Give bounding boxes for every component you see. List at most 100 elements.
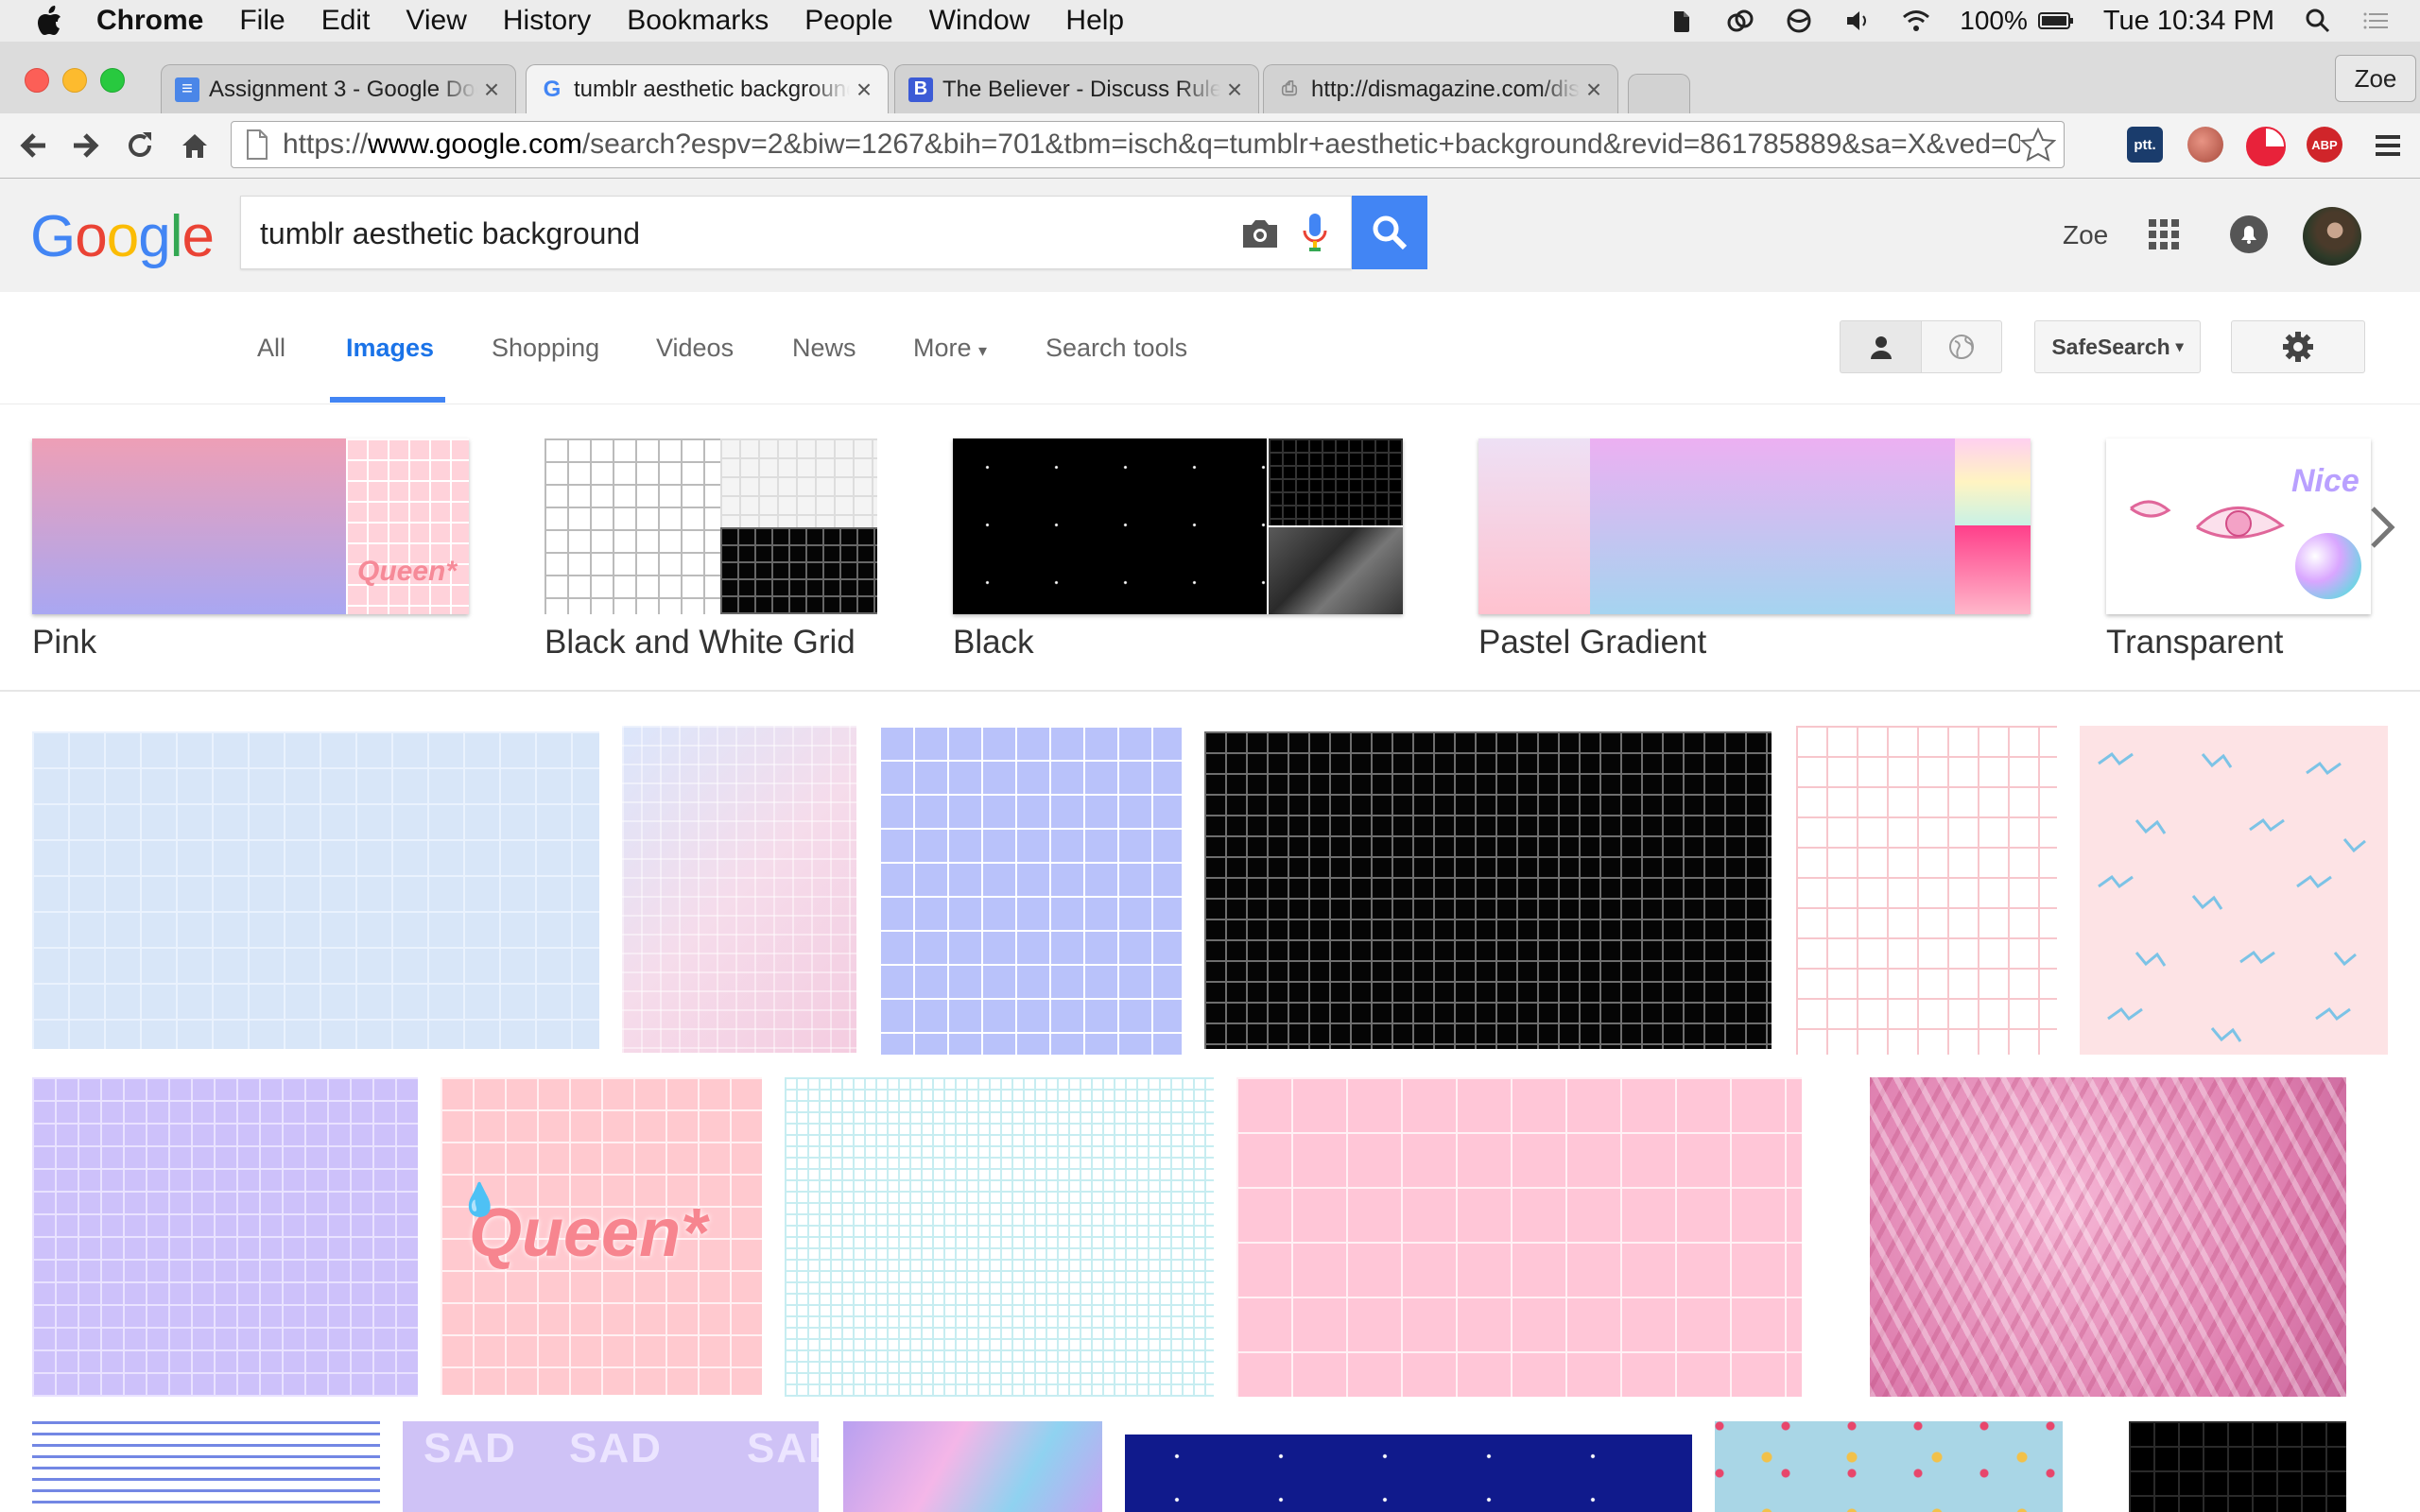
tab-videos[interactable]: Videos (656, 334, 734, 363)
image-result[interactable] (2080, 726, 2388, 1055)
address-bar[interactable]: https://www.google.com/search?espv=2&biw… (231, 121, 2065, 168)
image-result[interactable] (1204, 731, 1772, 1049)
avatar[interactable] (2303, 207, 2361, 266)
suggestion-pink-label[interactable]: Pink (32, 624, 96, 662)
image-result[interactable]: Queen* 💧 (441, 1077, 762, 1395)
suggestion-bw-grid-label[interactable]: Black and White Grid (544, 624, 856, 662)
chrome-menu-button[interactable] (2369, 127, 2407, 164)
menu-view[interactable]: View (406, 5, 466, 37)
image-result[interactable] (2129, 1421, 2346, 1512)
tab-shopping[interactable]: Shopping (492, 334, 599, 363)
menu-bookmarks[interactable]: Bookmarks (627, 5, 769, 37)
window-zoom-button[interactable] (100, 68, 125, 93)
image-result[interactable] (622, 726, 856, 1053)
tab-news[interactable]: News (792, 334, 856, 363)
wifi-icon[interactable] (1901, 6, 1931, 36)
reload-button[interactable] (121, 127, 159, 164)
menu-edit[interactable]: Edit (321, 5, 371, 37)
suggestion-black-label[interactable]: Black (953, 624, 1034, 662)
image-result[interactable] (1870, 1077, 2346, 1397)
menu-file[interactable]: File (239, 5, 285, 37)
chevron-right-icon[interactable] (2363, 499, 2401, 556)
volume-icon[interactable] (1842, 6, 1873, 36)
search-tools-button[interactable]: Search tools (1046, 334, 1187, 363)
suggestion-transparent-thumb[interactable]: Nice (2106, 438, 2371, 614)
close-tab-icon[interactable]: × (1220, 75, 1249, 105)
search-input[interactable] (258, 212, 1207, 255)
suggestion-pink-thumb[interactable]: Queen* (32, 438, 469, 614)
tab-images[interactable]: Images (346, 334, 434, 363)
notification-center-icon[interactable] (2361, 6, 2392, 36)
settings-button[interactable] (2231, 320, 2365, 373)
image-result[interactable] (879, 726, 1182, 1055)
pie-extension-icon[interactable] (2246, 127, 2286, 166)
image-result[interactable] (1236, 1077, 1802, 1397)
image-result[interactable] (32, 1421, 380, 1512)
apple-menu-icon[interactable] (36, 6, 62, 36)
suggestion-black-thumb[interactable] (953, 438, 1403, 614)
profile-button[interactable]: Zoe (2335, 55, 2416, 102)
browser-tab[interactable]: ⎙ http://dismagazine.com/dis × (1263, 64, 1618, 113)
creative-cloud-icon[interactable] (1725, 6, 1755, 36)
window-minimize-button[interactable] (62, 68, 87, 93)
forward-arrow-icon (74, 133, 99, 158)
menu-help[interactable]: Help (1065, 5, 1124, 37)
hide-personal-results-button[interactable] (1921, 320, 2002, 373)
bookmark-star-icon[interactable] (2020, 127, 2056, 163)
microphone-icon[interactable] (1300, 212, 1330, 253)
home-button[interactable] (176, 127, 214, 164)
spotlight-search-icon[interactable] (2303, 6, 2333, 36)
image-result[interactable] (32, 1077, 418, 1397)
url-host: www.google.com (368, 129, 582, 160)
suggestion-pastel-gradient-label[interactable]: Pastel Gradient (1478, 624, 1706, 662)
adblock-extension-icon[interactable]: ABP (2307, 127, 2342, 163)
apps-grid-icon[interactable] (2142, 213, 2186, 256)
image-result[interactable] (32, 731, 599, 1049)
image-result[interactable] (1715, 1421, 2063, 1512)
google-header: Google Zoe (0, 179, 2420, 292)
suggestion-bw-grid-thumb[interactable] (544, 438, 877, 614)
menu-window[interactable]: Window (929, 5, 1030, 37)
menu-history[interactable]: History (503, 5, 591, 37)
suggestion-pastel-gradient-thumb[interactable] (1478, 438, 2031, 614)
forward-button[interactable] (66, 127, 104, 164)
suggestion-transparent-label[interactable]: Transparent (2106, 624, 2283, 662)
address-url[interactable]: https://www.google.com/search?espv=2&biw… (283, 129, 2020, 161)
camera-icon[interactable] (1239, 214, 1281, 251)
believer-icon: B (908, 77, 933, 102)
safesearch-dropdown[interactable]: SafeSearch ▾ (2034, 320, 2201, 373)
evernote-icon[interactable] (1667, 6, 1697, 36)
chevron-down-icon: ▾ (978, 341, 988, 360)
sync-circle-icon[interactable] (1784, 6, 1814, 36)
close-tab-icon[interactable]: × (477, 75, 506, 105)
new-tab-button[interactable] (1628, 74, 1690, 113)
nice-text: Nice (2291, 463, 2360, 499)
personal-results-button[interactable] (1840, 320, 1921, 373)
tab-all[interactable]: All (257, 334, 285, 363)
close-tab-icon[interactable]: × (1580, 75, 1608, 105)
browser-tab-active[interactable]: G tumblr aesthetic background - Google S… (526, 64, 889, 113)
tab-more[interactable]: More ▾ (913, 334, 987, 363)
battery-icon[interactable] (2037, 6, 2075, 36)
page-info-icon[interactable] (243, 128, 271, 162)
browser-tab[interactable]: B The Believer - Discuss Rules × (894, 64, 1259, 113)
menu-app-name[interactable]: Chrome (96, 5, 203, 37)
apple-extension-icon[interactable] (2187, 127, 2223, 163)
account-name[interactable]: Zoe (2063, 220, 2108, 250)
image-result[interactable] (843, 1421, 1102, 1512)
search-button[interactable] (1352, 196, 1427, 269)
image-result[interactable] (1125, 1435, 1692, 1512)
image-result[interactable] (785, 1077, 1214, 1397)
google-logo[interactable]: Google (30, 203, 215, 270)
notifications-bell-icon[interactable] (2227, 213, 2271, 256)
menubar-clock[interactable]: Tue 10:34 PM (2103, 6, 2274, 37)
image-result[interactable]: SAD SAD SAD (403, 1421, 819, 1512)
close-tab-icon[interactable]: × (850, 75, 878, 105)
browser-tab[interactable]: ≡ Assignment 3 - Google Docs × (161, 64, 516, 113)
window-close-button[interactable] (25, 68, 49, 93)
image-result[interactable] (1796, 726, 2057, 1055)
hamburger-menu-icon (2376, 135, 2400, 156)
ptt-extension-icon[interactable]: ptt. (2127, 127, 2163, 163)
back-button[interactable] (15, 127, 53, 164)
menu-people[interactable]: People (804, 5, 892, 37)
